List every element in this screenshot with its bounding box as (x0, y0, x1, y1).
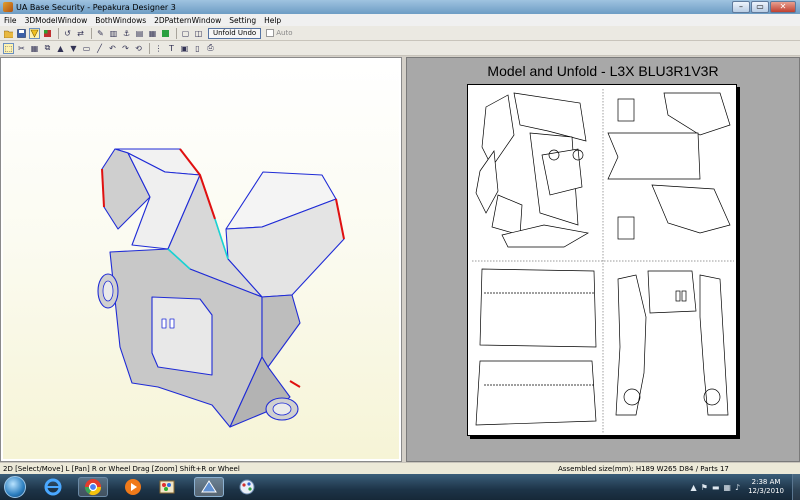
toolbar-separator (176, 27, 177, 39)
pattern-part (513, 92, 587, 142)
show-hidden-icon[interactable]: ▲ (691, 483, 697, 492)
edit-toolbar: ⬚ ✂ ▦ ⧉ ▲ ▼ ▭ ╱ ↶ ↷ ⟲ ⋮ T ▣ ▯ ⎙ (0, 41, 800, 56)
toolbar-separator (149, 42, 150, 54)
layout-icon[interactable]: ▦ (147, 28, 158, 39)
pattern-part (607, 132, 701, 180)
unfold-undo-button[interactable]: Unfold Undo (208, 27, 262, 39)
main-toolbar: ↺ ⇄ ✎ ▥ ⚓ ▤ ▦ ▢ ◫ Unfold Undo Auto (0, 26, 800, 41)
show-desktop-button[interactable] (792, 474, 800, 500)
color-icon[interactable] (160, 28, 171, 39)
pattern-part (475, 360, 597, 426)
paper-sheet[interactable] (467, 84, 737, 436)
edit-icon[interactable]: ✎ (95, 28, 106, 39)
unfold-pattern[interactable] (468, 85, 738, 437)
clock[interactable]: 2:38 AM 12/3/2010 (748, 478, 784, 496)
pattern-part (481, 94, 515, 168)
model-panel (161, 318, 167, 329)
align-icon[interactable]: ⋮ (153, 43, 164, 54)
close-button[interactable]: ✕ (770, 1, 796, 13)
pattern-part (475, 150, 499, 214)
flag-icon[interactable]: ⚑ (701, 483, 708, 492)
single-window-icon[interactable]: ▢ (180, 28, 191, 39)
pattern-title: Model and Unfold - L3X BLU3R1V3R (487, 63, 719, 79)
pattern-part (479, 268, 597, 348)
valley-fold-icon[interactable]: ▼ (68, 43, 79, 54)
auto-checkbox[interactable] (266, 29, 275, 37)
minimize-button[interactable]: – (732, 1, 750, 13)
window-controls: – ▭ ✕ (732, 1, 796, 13)
anchor-icon[interactable]: ⚓ (121, 28, 132, 39)
start-button[interactable] (4, 476, 26, 498)
system-tray: ▲ ⚑ ▬ ▦ ♪ 2:38 AM 12/3/2010 (691, 474, 800, 500)
menu-bar: File 3DModelWindow BothWindows 2DPattern… (0, 14, 800, 26)
clock-time: 2:38 AM (751, 478, 781, 486)
page-icon[interactable]: ▯ (192, 43, 203, 54)
status-bar: 2D [Select/Move] L [Pan] R or Wheel Drag… (0, 462, 800, 474)
grid-icon[interactable]: ▦ (29, 43, 40, 54)
pattern-part (699, 274, 729, 416)
model-view-icon[interactable] (29, 27, 40, 39)
toolbar-separator (91, 27, 92, 39)
chrome-icon[interactable] (78, 477, 108, 497)
volume-icon[interactable]: ♪ (735, 483, 740, 492)
internet-explorer-icon[interactable] (38, 477, 68, 497)
status-assembled-size: Assembled size(mm): H189 W265 D84 / Part… (558, 464, 729, 473)
rotate-icon[interactable]: ↺ (62, 28, 73, 39)
taskbar: ▲ ⚑ ▬ ▦ ♪ 2:38 AM 12/3/2010 (0, 474, 800, 500)
menu-help[interactable]: Help (264, 16, 281, 25)
3d-model-render[interactable] (0, 57, 402, 462)
status-hint: 2D [Select/Move] L [Pan] R or Wheel Drag… (3, 464, 240, 473)
paint-icon[interactable] (152, 477, 182, 497)
menu-file[interactable]: File (4, 16, 17, 25)
clock-date: 12/3/2010 (748, 487, 784, 495)
media-player-icon[interactable] (118, 477, 148, 497)
title-bar[interactable]: UA Base Security - Pepakura Designer 3 –… (0, 0, 800, 14)
link-icon[interactable]: ⟲ (133, 43, 144, 54)
flap-icon[interactable]: ▥ (108, 28, 119, 39)
image-icon[interactable]: ▣ (179, 43, 190, 54)
pattern-part (617, 216, 635, 240)
part-icon[interactable]: ▤ (134, 28, 145, 39)
power-icon[interactable]: ▬ (712, 483, 720, 492)
print-icon[interactable]: ⎙ (205, 43, 216, 54)
text-icon[interactable]: T (166, 43, 177, 54)
open-folder-icon[interactable] (3, 28, 14, 39)
app-icon (3, 2, 13, 12)
toolbar-separator (58, 27, 59, 39)
dual-window-icon[interactable]: ◫ (193, 28, 204, 39)
menu-setting[interactable]: Setting (229, 16, 256, 25)
undo-icon[interactable]: ↶ (107, 43, 118, 54)
model-face (261, 294, 301, 368)
texture-icon[interactable] (42, 28, 53, 39)
pattern-part (663, 92, 731, 136)
window-title: UA Base Security - Pepakura Designer 3 (16, 2, 176, 12)
network-icon[interactable]: ▦ (723, 483, 731, 492)
menu-both-windows[interactable]: BothWindows (95, 16, 146, 25)
cut-icon[interactable]: ✂ (16, 43, 27, 54)
pattern-part (491, 194, 523, 236)
menu-2d-pattern-window[interactable]: 2DPatternWindow (154, 16, 221, 25)
save-icon[interactable] (16, 28, 27, 39)
model-wheel (272, 402, 292, 416)
join-icon[interactable]: ⇄ (75, 28, 86, 39)
fold-icon[interactable]: ⧉ (42, 43, 53, 54)
pattern-part (647, 270, 697, 314)
model-panel (169, 318, 175, 329)
pattern-part (615, 274, 647, 416)
edge-icon[interactable]: ╱ (94, 43, 105, 54)
model-cut-edge (289, 380, 301, 388)
paint-net-icon[interactable] (232, 477, 262, 497)
maximize-button[interactable]: ▭ (751, 1, 769, 13)
model-doorway (151, 296, 213, 376)
model-wheel (102, 280, 114, 302)
pattern-part (651, 184, 731, 234)
pepakura-icon[interactable] (194, 477, 224, 497)
mountain-fold-icon[interactable]: ▲ (55, 43, 66, 54)
select-icon[interactable]: ⬚ (3, 42, 14, 54)
redo-icon[interactable]: ↷ (120, 43, 131, 54)
menu-3d-model-window[interactable]: 3DModelWindow (25, 16, 88, 25)
pattern-part (617, 98, 635, 122)
flap-toggle-icon[interactable]: ▭ (81, 43, 92, 54)
auto-label: Auto (276, 29, 293, 37)
